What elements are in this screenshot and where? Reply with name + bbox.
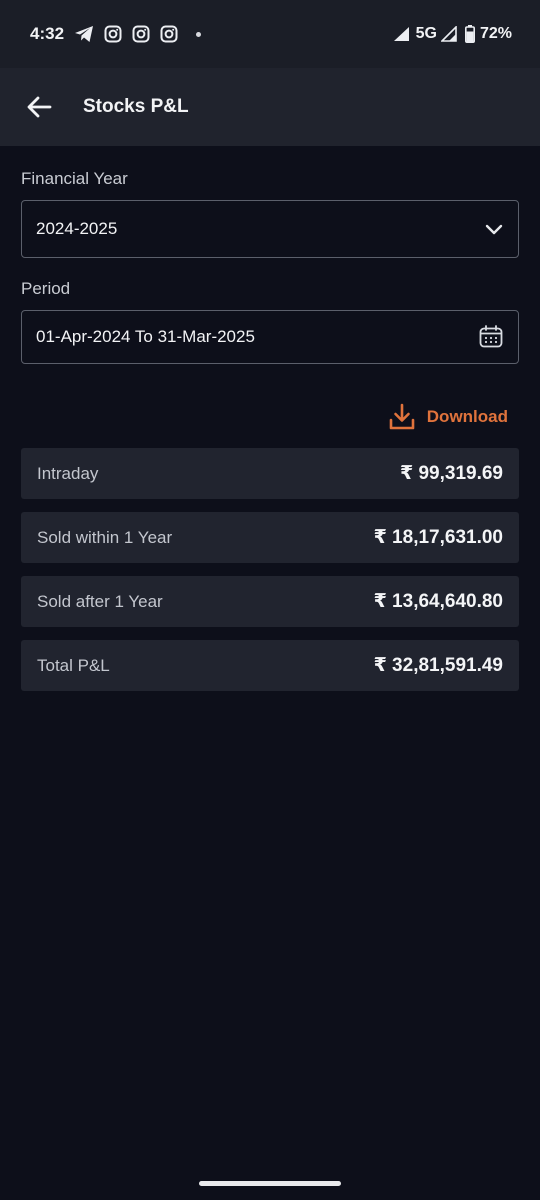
battery-icon <box>464 25 475 43</box>
telegram-icon <box>74 25 94 43</box>
page-title: Stocks P&L <box>83 96 189 117</box>
financial-year-label: Financial Year <box>21 169 128 188</box>
period-label: Period <box>21 279 71 298</box>
status-bar: 4:32 5G 72% <box>0 0 540 68</box>
summary-label: Sold within 1 Year <box>37 527 173 547</box>
app-bar: Stocks P&L <box>0 68 540 146</box>
status-time: 4:32 <box>30 24 65 43</box>
summary-value: ₹ 99,319.69 <box>399 463 503 484</box>
summary-value: ₹ 13,64,640.80 <box>373 591 503 612</box>
notification-dot-icon <box>196 31 202 37</box>
status-left: 4:32 <box>30 24 202 44</box>
instagram-icon <box>132 25 150 43</box>
summary-value: ₹ 18,17,631.00 <box>373 527 503 548</box>
financial-year-dropdown[interactable]: 2024-2025 <box>21 200 519 258</box>
signal-icon <box>393 26 410 42</box>
summary-label: Total P&L <box>37 655 110 675</box>
download-icon <box>389 403 415 430</box>
period-date-picker[interactable]: 01-Apr-2024 To 31-Mar-2025 <box>21 310 519 364</box>
download-label: Download <box>426 407 508 426</box>
status-right: 5G 72% <box>393 25 512 43</box>
pnl-summary-list: Intraday ₹ 99,319.69 Sold within 1 Year … <box>21 448 519 691</box>
download-row: Download <box>21 402 519 432</box>
back-button[interactable] <box>21 89 57 125</box>
signal-icon <box>440 26 457 42</box>
network-type: 5G <box>415 25 437 42</box>
total-pnl-row: Total P&L ₹ 32,81,591.49 <box>21 640 519 691</box>
sold-within-1-year-row: Sold within 1 Year ₹ 18,17,631.00 <box>21 512 519 563</box>
sold-after-1-year-row: Sold after 1 Year ₹ 13,64,640.80 <box>21 576 519 627</box>
download-button[interactable]: Download <box>389 403 508 431</box>
summary-label: Intraday <box>37 463 99 483</box>
summary-label: Sold after 1 Year <box>37 591 163 611</box>
home-indicator[interactable] <box>199 1181 341 1186</box>
chevron-down-icon <box>485 224 503 235</box>
arrow-left-icon <box>27 96 52 118</box>
intraday-row: Intraday ₹ 99,319.69 <box>21 448 519 499</box>
instagram-icon <box>160 25 178 43</box>
instagram-icon <box>104 25 122 43</box>
calendar-icon[interactable] <box>478 324 504 350</box>
period-value: 01-Apr-2024 To 31-Mar-2025 <box>36 327 255 346</box>
summary-value: ₹ 32,81,591.49 <box>373 655 503 676</box>
battery-level: 72% <box>479 25 512 42</box>
main-content: Financial Year 2024-2025 Period 01-Apr-2… <box>21 146 519 704</box>
financial-year-value: 2024-2025 <box>36 219 118 238</box>
